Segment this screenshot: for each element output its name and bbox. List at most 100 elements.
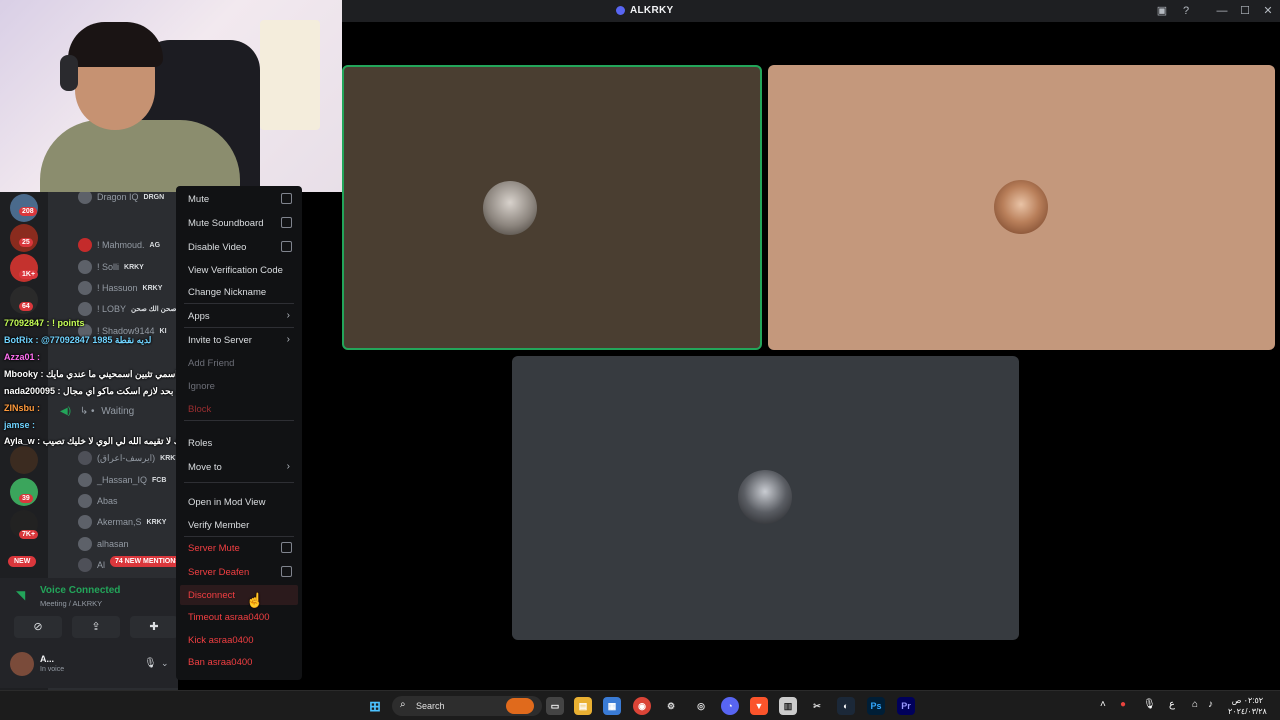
voice-member[interactable]: ! Mahmoud. AG [78,235,160,255]
taskbar-search[interactable]: ⌕ Search [392,696,542,716]
voice-tile-2[interactable] [768,65,1275,350]
voice-tile-1[interactable] [342,65,762,350]
block-menu-item[interactable]: Block [188,404,292,415]
new-unreads-badge[interactable]: NEW [8,556,37,567]
user-name[interactable]: A... [40,654,54,664]
timeout-menu-item[interactable]: Timeout asraa0400 [188,612,292,623]
premiere-icon[interactable]: Pr [897,697,915,715]
voice-tile-3[interactable] [512,356,1019,640]
screen-share-button[interactable]: ⇪ [72,616,120,638]
member-name: ! Solli [97,262,120,272]
streamer-hair [68,22,163,67]
apps-menu-item[interactable]: Apps › [188,310,292,322]
network-icon[interactable]: ⌂ [1192,699,1198,710]
open-in-mod-view-menu-item[interactable]: Open in Mod View [188,497,292,508]
view-verification-code-menu-item[interactable]: View Verification Code [188,265,292,276]
voice-member[interactable]: ! Hassuon KRKY [78,278,162,298]
server-unread-badge: 25 [19,238,33,247]
voice-member[interactable]: ! LOBY صحن الك صحن [78,299,176,319]
ignore-menu-item[interactable]: Ignore [188,381,292,392]
server-icon[interactable] [10,446,38,474]
server-deafen-menu-item[interactable]: Server Deafen [188,566,292,578]
mute-soundboard-menu-item[interactable]: Mute Soundboard [188,217,292,229]
verify-member-menu-item[interactable]: Verify Member [188,520,292,531]
ban-menu-item[interactable]: Ban asraa0400 [188,657,292,668]
server-mute-menu-item[interactable]: Server Mute [188,542,292,554]
steam-icon[interactable]: ◐ [837,697,855,715]
voice-member[interactable]: Akerman,S KRKY [78,512,166,532]
avatar [78,190,92,204]
notepad-icon[interactable]: ▥ [779,697,797,715]
new-mentions-badge[interactable]: 74 NEW MENTIONS [110,556,185,567]
mute-menu-item[interactable]: Mute [188,193,292,205]
windows-start-icon[interactable]: ⊞ [366,697,384,715]
chat-text: ZINsbu : [4,403,40,413]
checkbox[interactable] [281,193,292,204]
obs-icon[interactable]: ◎ [692,697,710,715]
voice-location[interactable]: Meeting / ALKRKY [40,599,102,608]
menu-label: Mute Soundboard [188,218,264,229]
invite-to-server-menu-item[interactable]: Invite to Server › [188,334,292,346]
voice-connected-panel: ◥ Voice Connected Meeting / ALKRKY ⊘ ⇪ ✚… [0,578,178,688]
change-nickname-menu-item[interactable]: Change Nickname [188,287,292,298]
task-view-icon[interactable]: ▭ [546,697,564,715]
voice-member[interactable]: ! Solli KRKY [78,257,144,277]
inbox-icon[interactable]: ▣ [1155,4,1169,18]
chevron-up-icon[interactable]: ˄ [1100,699,1106,710]
photoshop-icon[interactable]: Ps [867,697,885,715]
close-icon[interactable]: ✕ [1261,4,1275,18]
tray-app-icon[interactable]: ● [1120,699,1126,710]
menu-label: Apps [188,311,210,322]
checkbox[interactable] [281,566,292,577]
help-icon[interactable]: ? [1179,4,1193,18]
brave-icon[interactable]: ▼ [750,697,768,715]
file-explorer-icon[interactable]: ▤ [574,697,592,715]
voice-member[interactable]: _Hassan_IQ FCB [78,470,166,490]
voice-status[interactable]: Voice Connected [40,585,120,596]
checkbox[interactable] [281,542,292,553]
voice-member[interactable]: Al [78,555,110,575]
server-unread-badge: 1K+ [19,270,39,279]
avatar[interactable] [10,652,34,676]
microphone-icon[interactable]: 🎙 [144,658,157,669]
mouse-cursor-icon: ☝ [246,592,264,608]
roles-menu-item[interactable]: Roles [188,438,292,449]
capcut-icon[interactable]: ✂ [808,697,826,715]
store-icon[interactable]: ▦ [603,697,621,715]
voice-member[interactable]: (ايرسف-اعراق) KRKY [78,448,180,468]
system-clock[interactable]: ٠٢:٥٢ ص ٢٠٢٤/٠٣/٢٨ [1228,695,1267,717]
waiting-channel[interactable]: ◀) ↳ • Waiting [60,406,134,417]
language-indicator[interactable]: ع [1169,699,1175,710]
add-friend-menu-item[interactable]: Add Friend [188,358,292,369]
avatar [78,451,92,465]
voice-member[interactable]: alhasan [78,534,134,554]
activities-button[interactable]: ✚ [130,616,178,638]
menu-label: Block [188,404,212,415]
camera-off-button[interactable]: ⊘ [14,616,62,638]
steelseries-icon[interactable]: ⚙ [662,697,680,715]
member-name: Dragon IQ [97,192,139,202]
checkbox[interactable] [281,217,292,228]
chevron-down-icon[interactable]: ⌄ [161,658,169,669]
maximize-icon[interactable]: ☐ [1238,4,1252,18]
disable-video-menu-item[interactable]: Disable Video [188,241,292,253]
microphone-icon[interactable]: 🎙 [1143,699,1156,710]
chrome-icon[interactable]: ◉ [633,697,651,715]
server-unread-badge: 208 [19,207,37,216]
volume-icon[interactable]: ♪ [1208,699,1213,710]
chat-text: 77092847 : ! points [4,318,85,328]
minimize-icon[interactable]: — [1215,4,1229,18]
voice-member[interactable]: Abas [78,491,123,511]
move-to-menu-item[interactable]: Move to › [188,461,292,473]
disconnect-menu-item[interactable]: Disconnect [188,590,292,601]
menu-label: Invite to Server [188,335,252,346]
kick-menu-item[interactable]: Kick asraa0400 [188,635,292,646]
menu-label: Open in Mod View [188,497,266,508]
member-name: ! Hassuon [97,283,138,293]
member-tag: FCB [152,476,167,484]
headset [60,55,78,91]
search-highlight-icon [506,698,534,714]
checkbox[interactable] [281,241,292,252]
discord-taskbar-icon[interactable]: ◔ [721,697,739,715]
member-tag: KRKY [124,263,144,271]
